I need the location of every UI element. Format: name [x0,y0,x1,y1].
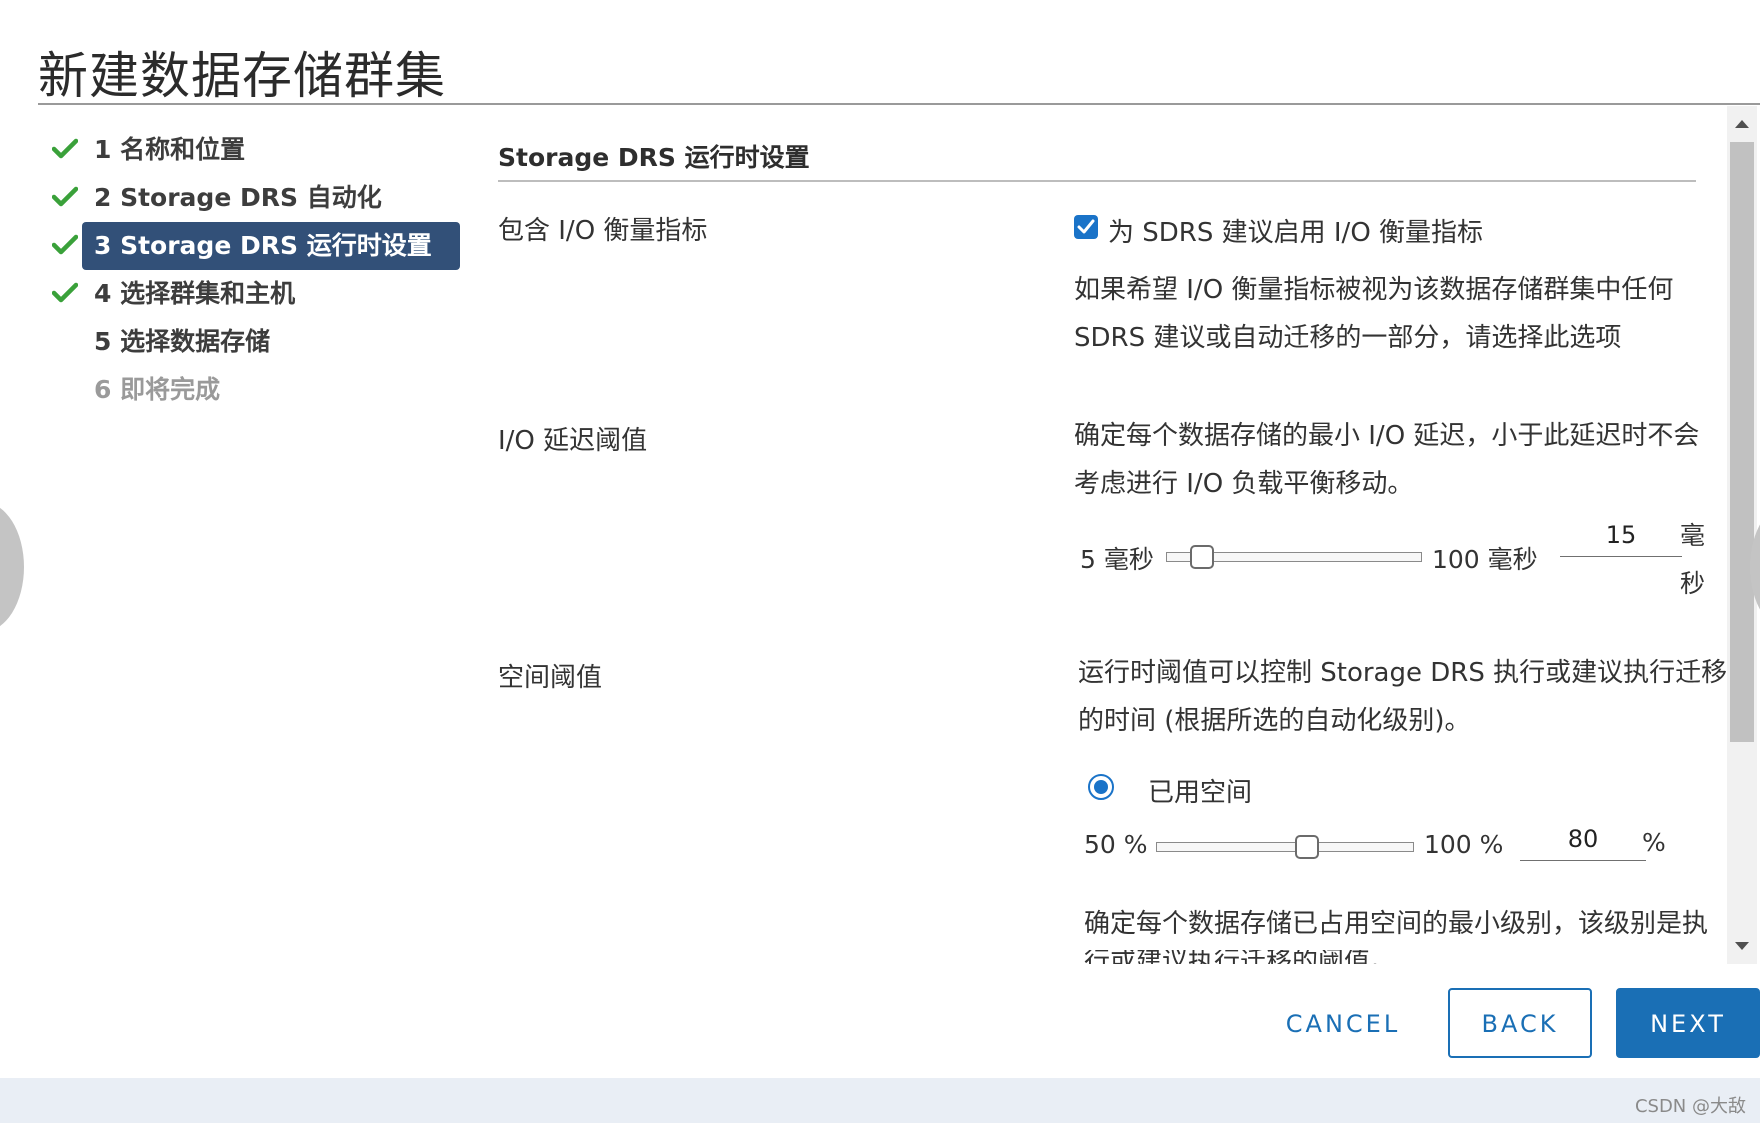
step-label: 4 选择群集和主机 [94,279,296,308]
step-label: 5 选择数据存储 [94,327,271,356]
space-description2-line2: 行或建议执行迁移的阈值。 [1084,950,1396,964]
space-slider-track[interactable] [1156,842,1414,852]
cancel-button[interactable]: CANCEL [1258,988,1428,1058]
io-latency-description-line1: 确定每个数据存储的最小 I/O 延迟，小于此延迟时不会 [1074,421,1700,451]
space-value-input[interactable] [1520,818,1646,861]
bottom-band [0,1078,1760,1123]
space-unit-label: % [1642,828,1666,857]
section-divider [498,180,1696,182]
step-select-datastores[interactable]: 5 选择数据存储 [50,318,460,366]
scroll-down-arrow-icon[interactable] [1735,942,1749,950]
io-metric-label: 包含 I/O 衡量指标 [498,216,708,246]
space-slider-thumb[interactable] [1295,835,1320,859]
space-min-label: 50 % [1084,830,1148,859]
check-icon [52,282,78,303]
check-icon [52,138,78,159]
space-description-line2: 的时间 (根据所选的自动化级别)。 [1078,706,1471,736]
io-latency-unit-line1: 毫 [1680,521,1706,550]
content-scrollbar[interactable] [1727,106,1757,964]
io-latency-label: I/O 延迟阈值 [498,426,648,456]
io-latency-unit-line2: 秒 [1680,569,1706,598]
wizard-steps: 1 名称和位置 2 Storage DRS 自动化 3 Storage DRS … [50,126,460,414]
radio-selected-dot [1094,780,1108,794]
back-button[interactable]: BACK [1448,988,1592,1058]
title-divider [38,103,1760,105]
section-title: Storage DRS 运行时设置 [498,143,810,172]
used-space-radio[interactable] [1088,774,1114,800]
step-label: 1 名称和位置 [94,135,246,164]
next-button[interactable]: NEXT [1616,988,1760,1058]
io-metric-description-line2: SDRS 建议或自动迁移的一部分，请选择此选项 [1074,323,1622,353]
space-description-line1: 运行时阈值可以控制 Storage DRS 执行或建议执行迁移 [1078,658,1728,688]
step-sdrs-runtime-settings[interactable]: 3 Storage DRS 运行时设置 [50,222,460,270]
io-metric-checkbox[interactable] [1074,215,1098,239]
check-icon [52,186,78,207]
io-latency-description-line2: 考虑进行 I/O 负载平衡移动。 [1074,469,1414,499]
step-label: 3 Storage DRS 运行时设置 [94,231,432,260]
dialog-title: 新建数据存储群集 [38,47,446,105]
space-description2-clip: 行或建议执行迁移的阈值。 [1084,950,1704,964]
watermark: CSDN @大敌 [1634,1096,1746,1117]
used-space-radio-label[interactable]: 已用空间 [1148,772,1252,809]
step-label: 6 即将完成 [94,375,221,404]
step-sdrs-automation[interactable]: 2 Storage DRS 自动化 [50,174,460,222]
io-latency-value-input[interactable] [1560,514,1682,557]
checkmark-icon [1077,219,1095,234]
left-edge-handle [0,502,24,632]
space-max-label: 100 % [1424,830,1504,859]
space-description2-line1: 确定每个数据存储已占用空间的最小级别，该级别是执 [1084,909,1709,939]
space-threshold-label: 空间阈值 [498,663,603,693]
io-latency-max-label: 100 毫秒 [1432,545,1538,574]
io-metric-checkbox-label[interactable]: 为 SDRS 建议启用 I/O 衡量指标 [1108,212,1483,249]
io-latency-min-label: 5 毫秒 [1080,545,1154,574]
check-icon [52,234,78,255]
scroll-up-arrow-icon[interactable] [1735,120,1749,128]
step-label: 2 Storage DRS 自动化 [94,183,382,212]
io-metric-description-line1: 如果希望 I/O 衡量指标被视为该数据存储群集中任何 [1074,275,1674,305]
io-latency-slider-thumb[interactable] [1190,545,1215,569]
step-select-clusters-hosts[interactable]: 4 选择群集和主机 [50,270,460,318]
scroll-thumb[interactable] [1730,142,1754,742]
step-ready-to-complete: 6 即将完成 [50,366,460,414]
step-name-location[interactable]: 1 名称和位置 [50,126,460,174]
